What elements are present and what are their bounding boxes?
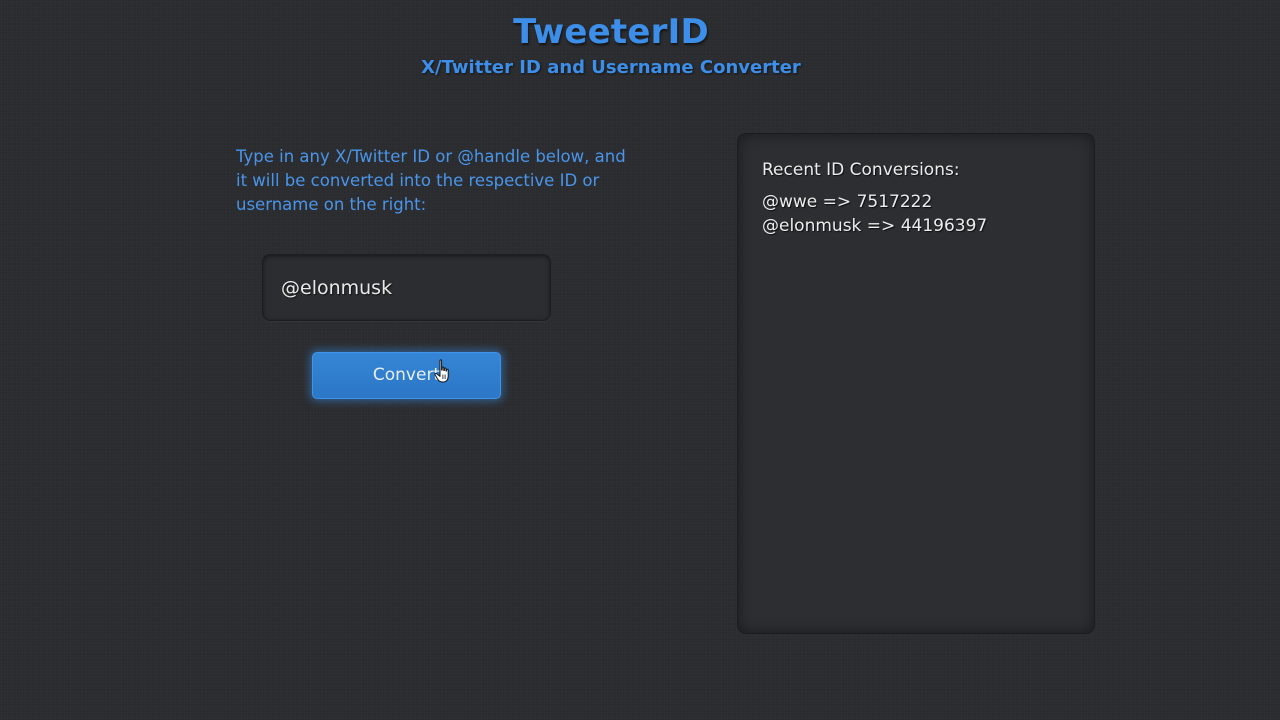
- convert-button[interactable]: Convert: [312, 352, 501, 399]
- page-subtitle: X/Twitter ID and Username Converter: [421, 57, 801, 78]
- instructions-text: Type in any X/Twitter ID or @handle belo…: [236, 147, 626, 214]
- hand-pointer-icon: [434, 359, 449, 383]
- recent-conversions-heading: Recent ID Conversions:: [762, 160, 960, 180]
- recent-conversions-panel: Recent ID Conversions: @wwe => 7517222 @…: [737, 133, 1095, 634]
- page-title: TweeterID: [513, 12, 709, 52]
- id-handle-input[interactable]: [262, 254, 551, 321]
- conversion-item: @wwe => 7517222: [762, 192, 933, 212]
- conversion-item: @elonmusk => 44196397: [762, 216, 988, 236]
